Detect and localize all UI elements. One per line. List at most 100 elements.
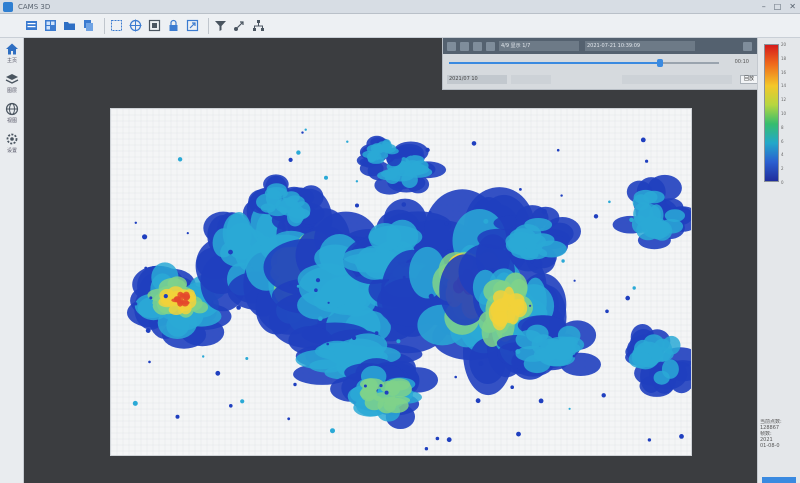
stats-action-button[interactable] bbox=[762, 477, 796, 483]
timeline-slider[interactable]: 00:10 bbox=[449, 58, 749, 68]
heat-point bbox=[625, 295, 630, 301]
heat-blob bbox=[515, 345, 550, 362]
maximize-icon[interactable]: □ bbox=[774, 2, 782, 12]
heat-point bbox=[516, 431, 521, 437]
minimize-icon[interactable]: – bbox=[762, 2, 766, 12]
heatmap-plot bbox=[111, 109, 691, 455]
toolbar-separator bbox=[104, 17, 105, 34]
heat-blob bbox=[512, 299, 528, 318]
left-sidebar: 主页 图层 视图 设置 bbox=[0, 38, 24, 483]
heat-point bbox=[428, 293, 434, 299]
heat-point bbox=[228, 249, 233, 255]
heat-point bbox=[605, 309, 609, 314]
grid-icon[interactable] bbox=[43, 18, 58, 33]
heat-blob bbox=[494, 298, 509, 313]
speed-field[interactable] bbox=[511, 74, 551, 84]
settings-icon bbox=[6, 133, 18, 145]
heat-point bbox=[537, 302, 540, 306]
heat-point bbox=[541, 278, 545, 282]
stats-line: 01-08-0 bbox=[760, 443, 780, 449]
select-icon[interactable] bbox=[109, 18, 124, 33]
play-icon[interactable] bbox=[460, 41, 469, 51]
heat-point bbox=[245, 357, 249, 360]
color-scale-tick: 8 bbox=[781, 124, 784, 130]
color-scale-ticks: 20 18 16 14 12 10 8 6 4 2 0 bbox=[781, 42, 797, 185]
heat-blob bbox=[636, 352, 652, 366]
slider-value: 00:10 bbox=[734, 59, 749, 65]
heat-point bbox=[396, 339, 401, 344]
heat-point bbox=[379, 384, 383, 388]
heat-point bbox=[679, 434, 684, 439]
heat-point bbox=[444, 221, 449, 226]
prev-frame-icon[interactable] bbox=[447, 41, 456, 51]
heat-point bbox=[424, 447, 429, 451]
tree-icon[interactable] bbox=[251, 18, 266, 33]
heat-point bbox=[568, 407, 571, 410]
folder-icon[interactable] bbox=[62, 18, 77, 33]
heat-point bbox=[330, 428, 335, 434]
heat-point bbox=[163, 294, 168, 299]
heat-point bbox=[425, 147, 430, 153]
heat-blob bbox=[372, 392, 396, 403]
main-toolbar bbox=[0, 14, 800, 38]
target-icon[interactable] bbox=[128, 18, 143, 33]
heat-point bbox=[142, 234, 148, 240]
export-icon[interactable] bbox=[185, 18, 200, 33]
heat-point bbox=[134, 302, 138, 306]
heat-point bbox=[510, 385, 514, 390]
transform-icon[interactable] bbox=[232, 18, 247, 33]
heat-point bbox=[401, 202, 407, 207]
sidebar-item-view[interactable]: 视图 bbox=[0, 98, 24, 128]
heat-point bbox=[509, 349, 512, 352]
heat-point bbox=[177, 157, 183, 162]
slider-thumb[interactable] bbox=[656, 59, 663, 67]
right-panel: 20 18 16 14 12 10 8 6 4 2 0 当前点数: 128867 帧数: 2021 … bbox=[757, 38, 800, 483]
sidebar-item-home[interactable]: 主页 bbox=[0, 38, 24, 68]
frame-icon[interactable] bbox=[147, 18, 162, 33]
frame-field[interactable]: 4/9 显示 1/7 bbox=[499, 41, 579, 51]
filter-icon[interactable] bbox=[213, 18, 228, 33]
heat-point bbox=[573, 279, 576, 282]
heat-point bbox=[384, 390, 389, 395]
sidebar-item-label: 主页 bbox=[6, 58, 17, 64]
sidebar-item-layers[interactable]: 图层 bbox=[0, 68, 24, 98]
heat-point bbox=[374, 331, 379, 335]
heat-point bbox=[315, 278, 321, 283]
heat-blob bbox=[360, 378, 384, 390]
heat-point bbox=[314, 288, 318, 292]
home-icon bbox=[6, 43, 18, 55]
heat-point bbox=[150, 303, 154, 307]
layers-icon[interactable] bbox=[24, 18, 39, 33]
timestamp-field[interactable]: 2021-07-21 10:39:09 bbox=[585, 41, 695, 51]
heat-blob bbox=[633, 189, 658, 205]
pause-icon[interactable] bbox=[473, 41, 482, 51]
range-field[interactable] bbox=[621, 74, 732, 84]
heat-point bbox=[556, 306, 560, 310]
next-frame-icon[interactable] bbox=[486, 41, 495, 51]
sidebar-item-label: 设置 bbox=[6, 148, 17, 154]
heat-point bbox=[324, 175, 328, 180]
heat-blob bbox=[653, 370, 670, 385]
color-scale-tick: 4 bbox=[781, 152, 784, 158]
heat-blob bbox=[664, 209, 686, 222]
sidebar-item-label: 视图 bbox=[6, 118, 17, 124]
close-icon[interactable]: ✕ bbox=[789, 2, 796, 12]
expand-icon[interactable] bbox=[743, 41, 752, 51]
date-field[interactable]: 2021/07 10 bbox=[447, 74, 507, 84]
heat-point bbox=[402, 275, 406, 279]
lock-icon[interactable] bbox=[166, 18, 181, 33]
heat-blob bbox=[177, 300, 183, 307]
heat-point bbox=[327, 301, 330, 304]
heat-point bbox=[608, 200, 611, 204]
heatmap-canvas[interactable] bbox=[110, 108, 692, 456]
heat-blob bbox=[222, 213, 251, 254]
copy-icon[interactable] bbox=[81, 18, 96, 33]
color-scale-tick: 18 bbox=[781, 55, 787, 61]
heat-point bbox=[175, 414, 180, 419]
sidebar-item-label: 图层 bbox=[6, 88, 17, 94]
heat-point bbox=[593, 214, 599, 219]
heat-blob bbox=[493, 311, 509, 327]
sidebar-item-settings[interactable]: 设置 bbox=[0, 128, 24, 158]
playback-button[interactable]: 回放 bbox=[739, 74, 758, 84]
window-controls: – □ ✕ bbox=[762, 2, 796, 12]
